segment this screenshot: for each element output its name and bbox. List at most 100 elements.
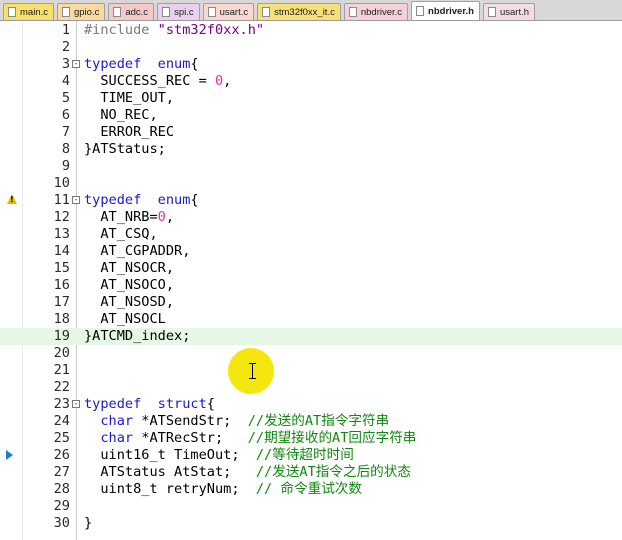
code-line[interactable]: 25 char *ATRecStr; //期望接收的AT回应字符串: [0, 430, 622, 447]
fold-toggle-icon[interactable]: -: [72, 60, 80, 68]
code-line[interactable]: 18 AT_NSOCL: [0, 311, 622, 328]
code-line[interactable]: 12 AT_NRB=0,: [0, 209, 622, 226]
code-line[interactable]: 15 AT_NSOCR,: [0, 260, 622, 277]
code-token: 0: [157, 209, 166, 225]
code-line[interactable]: 22: [0, 379, 622, 396]
tab-main-c[interactable]: main.c: [3, 3, 54, 20]
tab-label: usart.h: [499, 6, 530, 18]
code-line[interactable]: 24 char *ATSendStr; //发送的AT指令字符串: [0, 413, 622, 430]
line-number: 18: [53, 311, 70, 327]
tab-stm32f0xx-it-c[interactable]: stm32f0xx_it.c: [257, 3, 341, 20]
code-text: typedef struct{: [84, 396, 215, 413]
line-number: 3: [61, 56, 70, 72]
code-line[interactable]: 10: [0, 175, 622, 192]
code-text: AT_CGPADDR,: [84, 243, 190, 260]
code-token: //发送AT指令之后的状态: [255, 464, 411, 480]
file-icon: [487, 7, 496, 17]
line-number: 24: [53, 413, 70, 429]
code-line[interactable]: 13 AT_CSQ,: [0, 226, 622, 243]
code-text: typedef enum{: [84, 56, 199, 73]
line-number: 13: [53, 226, 70, 242]
code-token: }ATCMD_index;: [84, 328, 191, 344]
code-text: ERROR_REC: [84, 124, 174, 141]
code-text: AT_NRB=0,: [84, 209, 174, 226]
file-icon: [207, 7, 216, 17]
code-line[interactable]: 4 SUCCESS_REC = 0,: [0, 73, 622, 90]
code-line[interactable]: 16 AT_NSOCO,: [0, 277, 622, 294]
code-token: AT_NSOCL: [84, 311, 166, 327]
code-line[interactable]: 30}: [0, 515, 622, 532]
code-line[interactable]: 5 TIME_OUT,: [0, 90, 622, 107]
line-number: 20: [53, 345, 70, 361]
code-token: {: [206, 396, 215, 412]
code-line[interactable]: 17 AT_NSOSD,: [0, 294, 622, 311]
code-token: typedef: [84, 192, 142, 208]
file-icon: [416, 6, 425, 16]
code-line[interactable]: 1 #include "stm32f0xx.h": [0, 22, 622, 39]
tab-gpio-c[interactable]: gpio.c: [56, 3, 106, 20]
tab-usart-h[interactable]: usart.h: [482, 3, 536, 20]
code-line[interactable]: 7 ERROR_REC: [0, 124, 622, 141]
code-line[interactable]: 2: [0, 39, 622, 56]
code-line[interactable]: 23- typedef struct{: [0, 396, 622, 413]
code-line[interactable]: 27 ATStatus AtStat; //发送AT指令之后的状态: [0, 464, 622, 481]
warning-icon[interactable]: [7, 194, 17, 204]
code-line[interactable]: 6 NO_REC,: [0, 107, 622, 124]
tab-usart-c[interactable]: usart.c: [202, 3, 255, 20]
code-token: ,: [165, 209, 175, 225]
tab-adc-c[interactable]: adc.c: [108, 3, 155, 20]
code-line[interactable]: 19}ATCMD_index;: [0, 328, 622, 345]
code-token: enum: [157, 56, 191, 72]
code-token: }: [84, 515, 93, 531]
code-line[interactable]: 28 uint8_t retryNum; // 命令重试次数: [0, 481, 622, 498]
code-line[interactable]: 9: [0, 158, 622, 175]
file-icon: [8, 7, 16, 17]
line-number: 9: [61, 158, 70, 174]
line-number: 17: [53, 294, 70, 310]
tab-label: gpio.c: [73, 6, 100, 18]
tab-label: spi.c: [174, 6, 194, 18]
code-token: typedef: [84, 396, 142, 412]
code-token: //发送的AT指令字符串: [247, 413, 390, 429]
code-line[interactable]: 21: [0, 362, 622, 379]
tab-nbdriver-c[interactable]: nbdriver.c: [343, 3, 409, 20]
line-number: 16: [53, 277, 70, 293]
code-line[interactable]: 3- typedef enum{: [0, 56, 622, 73]
file-icon: [61, 7, 70, 17]
code-token: AT_CGPADDR,: [84, 243, 191, 259]
code-token: *ATRecStr;: [133, 430, 248, 446]
line-number: 11: [53, 192, 70, 208]
code-line[interactable]: 26 uint16_t TimeOut; //等待超时时间: [0, 447, 622, 464]
code-token: AT_NSOCO,: [84, 277, 175, 293]
line-number: 30: [53, 515, 70, 531]
code-line[interactable]: 20: [0, 345, 622, 362]
fold-toggle-icon[interactable]: -: [72, 196, 80, 204]
code-token: uint8_t retryNum;: [84, 481, 256, 497]
line-number: 6: [61, 107, 70, 123]
code-token: {: [190, 192, 199, 208]
code-token: char: [100, 413, 134, 429]
code-token: enum: [157, 192, 191, 208]
code-text: SUCCESS_REC = 0,: [84, 73, 231, 90]
code-editor[interactable]: 1 #include "stm32f0xx.h" 2 3- typedef enum{4…: [0, 21, 622, 540]
code-token: #include: [84, 22, 158, 38]
code-text: }ATStatus;: [84, 141, 166, 158]
code-token: char: [100, 430, 134, 446]
tab-nbdriver-h[interactable]: nbdriver.h: [411, 1, 480, 20]
code-text: ATStatus AtStat; //发送AT指令之后的状态: [84, 464, 411, 481]
code-line[interactable]: 8 }ATStatus;: [0, 141, 622, 158]
line-number: 27: [53, 464, 70, 480]
code-line[interactable]: 29: [0, 498, 622, 515]
tab-spi-c[interactable]: spi.c: [157, 3, 200, 20]
code-line[interactable]: 11-typedef enum{: [0, 192, 622, 209]
code-line[interactable]: 14 AT_CGPADDR,: [0, 243, 622, 260]
fold-toggle-icon[interactable]: -: [72, 400, 80, 408]
line-number: 1: [61, 22, 70, 38]
line-number: 8: [61, 141, 70, 157]
code-token: typedef: [84, 56, 142, 72]
file-icon: [162, 7, 171, 17]
text-cursor-icon: [249, 363, 256, 379]
line-number: 22: [53, 379, 70, 395]
